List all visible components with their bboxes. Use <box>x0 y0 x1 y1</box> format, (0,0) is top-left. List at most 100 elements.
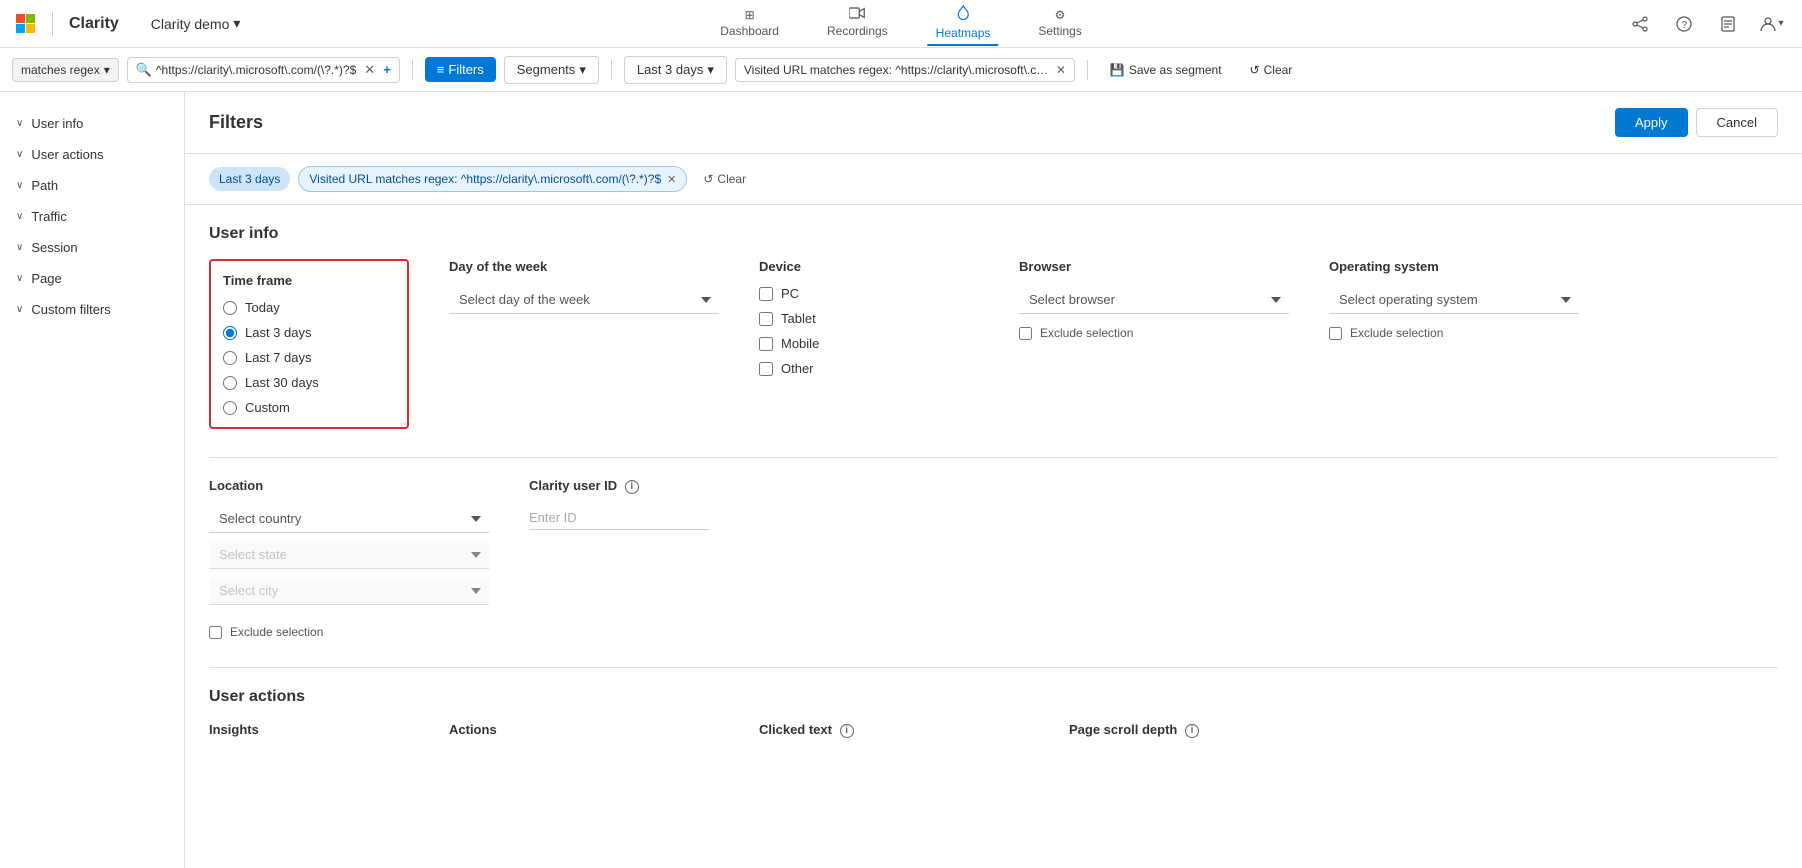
chevron-down-icon: ∨ <box>16 211 23 222</box>
project-selector[interactable]: Clarity demo ▾ <box>143 11 249 36</box>
svg-text:?: ? <box>1682 20 1688 31</box>
sidebar-item-traffic[interactable]: ∨ Traffic <box>0 201 184 232</box>
device-mobile-checkbox[interactable] <box>759 337 773 351</box>
add-filter-icon[interactable]: + <box>383 62 391 77</box>
chevron-down-icon: ∨ <box>16 304 23 315</box>
share-icon[interactable] <box>1626 10 1654 38</box>
device-mobile[interactable]: Mobile <box>759 336 979 351</box>
clear-button[interactable]: ↺ Clear <box>1240 58 1303 82</box>
os-select-wrapper: Select operating system Windows macOS iO… <box>1329 286 1579 314</box>
docs-icon[interactable] <box>1714 10 1742 38</box>
sidebar-item-user-info[interactable]: ∨ User info <box>0 108 184 139</box>
sidebar-item-path[interactable]: ∨ Path <box>0 170 184 201</box>
radio-last7days[interactable]: Last 7 days <box>223 350 395 365</box>
nav-item-dashboard[interactable]: ⊞ Dashboard <box>712 4 787 44</box>
clear-url-icon[interactable]: ✕ <box>364 62 375 78</box>
location-exclude-label: Exclude selection <box>230 625 323 639</box>
cancel-button[interactable]: Cancel <box>1696 108 1778 137</box>
city-select[interactable]: Select city <box>209 577 489 605</box>
save-segment-button[interactable]: 💾 Save as segment <box>1100 58 1232 82</box>
nav-item-heatmaps[interactable]: Heatmaps <box>928 1 999 46</box>
nav-item-recordings[interactable]: Recordings <box>819 3 896 44</box>
device-pc-label: PC <box>781 286 799 301</box>
sidebar: ∨ User info ∨ User actions ∨ Path ∨ Traf… <box>0 92 185 868</box>
filters-button[interactable]: ≡ Filters <box>425 57 496 82</box>
page-scroll-depth-info-icon[interactable]: i <box>1185 724 1199 738</box>
chip-close-icon[interactable]: ✕ <box>667 173 676 186</box>
device-tablet[interactable]: Tablet <box>759 311 979 326</box>
os-exclude-label: Exclude selection <box>1350 326 1443 340</box>
os-exclude[interactable]: Exclude selection <box>1329 326 1579 340</box>
last3days-label: Last 3 days <box>637 62 704 77</box>
radio-custom[interactable]: Custom <box>223 400 395 415</box>
clicked-text-info-icon[interactable]: i <box>840 724 854 738</box>
radio-last7days-input[interactable] <box>223 351 237 365</box>
apply-button[interactable]: Apply <box>1615 108 1688 137</box>
sidebar-item-page[interactable]: ∨ Page <box>0 263 184 294</box>
account-icon[interactable]: ▾ <box>1758 10 1786 38</box>
location-exclude-checkbox[interactable] <box>209 626 222 639</box>
brand-area: Clarity <box>16 12 119 36</box>
project-chevron-icon: ▾ <box>233 15 240 32</box>
country-select[interactable]: Select country United States United King… <box>209 505 489 533</box>
last3days-chip[interactable]: Last 3 days <box>209 167 290 191</box>
browser-select[interactable]: Select browser Chrome Firefox Safari Edg… <box>1019 286 1289 314</box>
product-name: Clarity <box>69 15 119 33</box>
device-other[interactable]: Other <box>759 361 979 376</box>
device-pc-checkbox[interactable] <box>759 287 773 301</box>
day-of-week-select[interactable]: Select day of the week Monday Tuesday We… <box>449 286 719 314</box>
visited-url-close-icon[interactable]: ✕ <box>1056 63 1066 77</box>
visited-url-tag[interactable]: Visited URL matches regex: ^https://clar… <box>735 58 1075 82</box>
heatmaps-icon <box>956 5 970 24</box>
nav-right-icons: ? ▾ <box>1626 10 1786 38</box>
help-icon[interactable]: ? <box>1670 10 1698 38</box>
filters-panel: Filters Apply Cancel Last 3 days Visited… <box>185 92 1802 868</box>
clear-all-button[interactable]: ↺ Clear <box>695 167 754 191</box>
state-select[interactable]: Select state <box>209 541 489 569</box>
segment-chevron-icon: ▾ <box>579 62 586 78</box>
time-frame-radio-group: Today Last 3 days Last 7 days <box>223 300 395 415</box>
actions-col: Actions <box>449 722 719 750</box>
os-exclude-checkbox[interactable] <box>1329 327 1342 340</box>
browser-exclude[interactable]: Exclude selection <box>1019 326 1289 340</box>
day-of-week-label: Day of the week <box>449 259 719 274</box>
country-select-wrapper: Select country United States United King… <box>209 505 489 533</box>
clarity-user-id-input[interactable] <box>529 506 709 530</box>
project-name: Clarity demo <box>151 16 230 32</box>
sidebar-item-user-actions[interactable]: ∨ User actions <box>0 139 184 170</box>
last3days-button[interactable]: Last 3 days ▾ <box>624 56 727 84</box>
radio-last30days-input[interactable] <box>223 376 237 390</box>
segments-button[interactable]: Segments ▾ <box>504 56 599 84</box>
device-pc[interactable]: PC <box>759 286 979 301</box>
regex-filter-tag[interactable]: matches regex ▾ <box>12 58 119 82</box>
os-select[interactable]: Select operating system Windows macOS iO… <box>1329 286 1579 314</box>
clicked-text-label: Clicked text i <box>759 722 1029 738</box>
radio-custom-input[interactable] <box>223 401 237 415</box>
radio-today[interactable]: Today <box>223 300 395 315</box>
radio-last3days-input[interactable] <box>223 326 237 340</box>
device-other-checkbox[interactable] <box>759 362 773 376</box>
clicked-text-col: Clicked text i <box>759 722 1029 750</box>
location-exclude[interactable]: Exclude selection <box>209 625 489 639</box>
url-search-bar[interactable]: 🔍 ^https://clarity\.microsoft\.com/(\?.*… <box>127 57 400 83</box>
chip-label: Visited URL matches regex: ^https://clar… <box>309 172 661 186</box>
nav-item-settings[interactable]: ⚙ Settings <box>1030 4 1089 44</box>
visited-url-chip[interactable]: Visited URL matches regex: ^https://clar… <box>298 166 687 192</box>
filter-btn-icon: ≡ <box>437 62 445 77</box>
clarity-user-id-info-icon[interactable]: i <box>625 480 639 494</box>
clear-label: Clear <box>1264 63 1293 77</box>
browser-exclude-checkbox[interactable] <box>1019 327 1032 340</box>
radio-today-input[interactable] <box>223 301 237 315</box>
sidebar-item-session[interactable]: ∨ Session <box>0 232 184 263</box>
device-tablet-checkbox[interactable] <box>759 312 773 326</box>
radio-last3days[interactable]: Last 3 days <box>223 325 395 340</box>
chevron-down-icon: ∨ <box>16 149 23 160</box>
radio-last30days[interactable]: Last 30 days <box>223 375 395 390</box>
sidebar-item-custom-filters[interactable]: ∨ Custom filters <box>0 294 184 325</box>
device-col: Device PC Tablet Mobile <box>759 259 979 429</box>
page-scroll-depth-label: Page scroll depth i <box>1069 722 1319 738</box>
filters-content: User info Time frame Today <box>185 205 1802 790</box>
radio-last7days-label: Last 7 days <box>245 350 312 365</box>
clear-all-label: Clear <box>717 172 746 186</box>
filter-bar-sep3 <box>1087 60 1088 80</box>
